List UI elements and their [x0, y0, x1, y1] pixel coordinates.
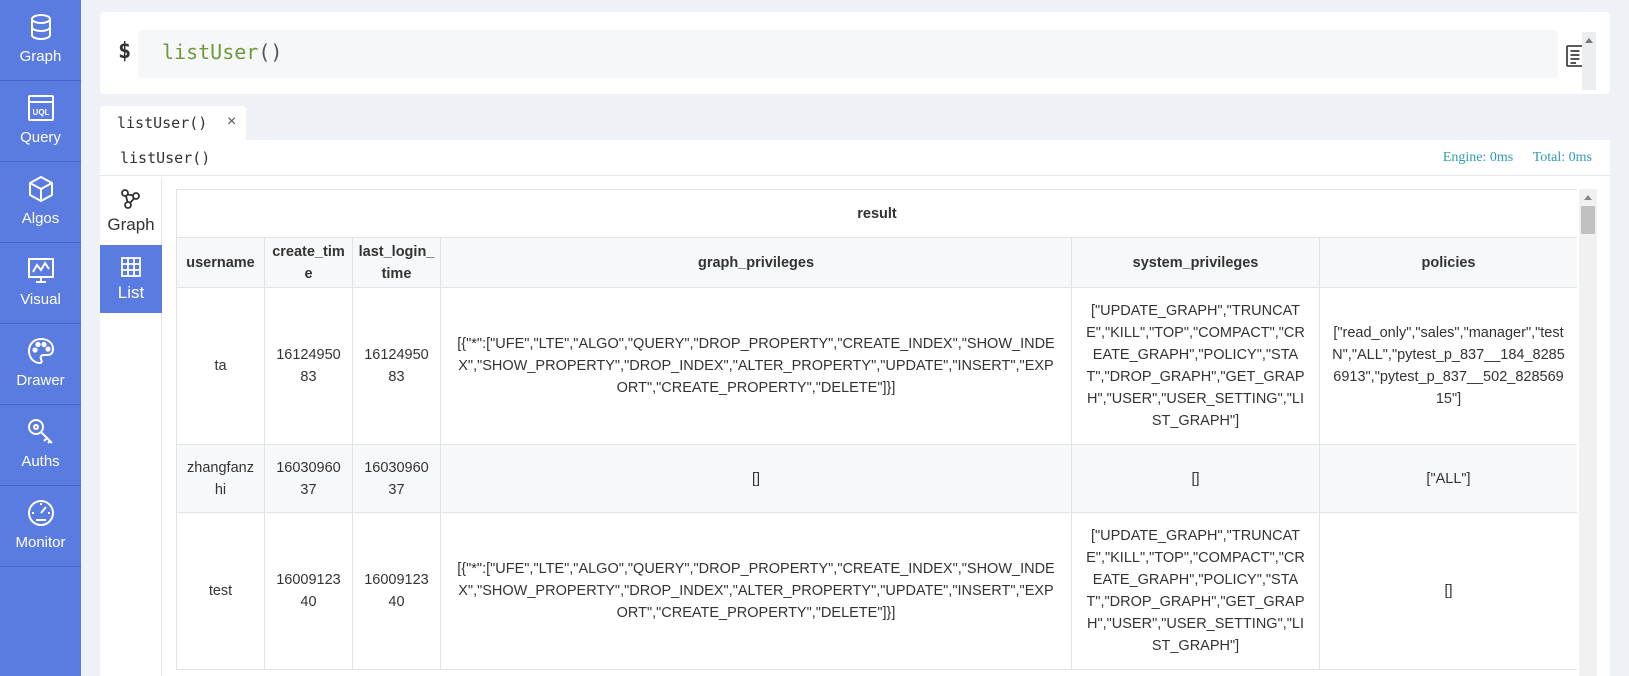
view-list-label: List: [117, 283, 145, 302]
database-icon: [30, 14, 51, 41]
column-header: username: [176, 237, 265, 288]
result-panel: listUser() Engine: 0ms Total: 0ms Graph: [100, 140, 1610, 676]
nav-label: Drawer: [16, 372, 65, 389]
total-time: Total: 0ms: [1532, 150, 1592, 165]
nav-item-query[interactable]: UQL Query: [0, 81, 81, 162]
cell-system-privileges: []: [1071, 444, 1320, 513]
nav-item-algos[interactable]: Algos: [0, 162, 81, 243]
view-switch: Graph List: [100, 177, 162, 676]
table-row: zhangfanzhi 1603096037 1603096037 [] [] …: [176, 444, 1577, 513]
engine-time: Engine: 0ms: [1442, 150, 1514, 165]
view-graph-label: Graph: [107, 215, 155, 234]
view-graph-button[interactable]: Graph: [100, 177, 162, 245]
cell-create-time: 1612495083: [264, 287, 353, 445]
table-row: ta 1612495083 1612495083 [{"*":["UFE","L…: [176, 287, 1577, 445]
nav-label: Monitor: [15, 534, 66, 551]
nav-label: Graph: [19, 48, 62, 65]
monitor-chart-icon: [27, 258, 54, 283]
result-query: listUser(): [120, 149, 211, 167]
nav-label: Algos: [21, 210, 60, 227]
uql-icon: UQL: [27, 95, 54, 121]
cell-username: zhangfanzhi: [176, 444, 265, 513]
table-scrollbar[interactable]: [1579, 189, 1597, 676]
result-header: listUser() Engine: 0ms Total: 0ms: [100, 140, 1610, 176]
graph-nodes-icon: [121, 189, 140, 209]
command-prompt: $: [118, 39, 132, 64]
scrollbar-thumb[interactable]: [1581, 206, 1595, 234]
table-grid-icon: [121, 257, 141, 277]
cell-username: test: [176, 512, 265, 670]
column-header: system_privileges: [1071, 237, 1320, 288]
tab-label: listUser(): [117, 114, 208, 132]
cell-create-time: 1603096037: [264, 444, 353, 513]
palette-icon: [27, 337, 54, 365]
scroll-up-arrow-icon[interactable]: [1584, 195, 1592, 200]
cell-system-privileges: ["UPDATE_GRAPH","TRUNCATE","KILL","TOP",…: [1071, 512, 1320, 670]
command-input[interactable]: listUser(): [138, 30, 1558, 78]
cell-username: ta: [176, 287, 265, 445]
cell-last-login-time: 1603096037: [352, 444, 441, 513]
cell-policies: []: [1319, 512, 1577, 670]
close-icon[interactable]: ×: [227, 113, 236, 131]
view-list-button[interactable]: List: [100, 245, 162, 313]
result-table: result username create_time last_login_t…: [176, 189, 1577, 670]
command-card: $ listUser(): [100, 12, 1610, 94]
cell-system-privileges: ["UPDATE_GRAPH","TRUNCATE","KILL","TOP",…: [1071, 287, 1320, 445]
nav-label: Auths: [21, 453, 60, 470]
nav-item-monitor[interactable]: Monitor: [0, 486, 81, 567]
result-table-container: result username create_time last_login_t…: [176, 189, 1577, 676]
cell-policies: ["read_only","sales","manager","testN","…: [1319, 287, 1577, 445]
nav-item-auths[interactable]: Auths: [0, 405, 81, 486]
result-timing: Engine: 0ms Total: 0ms: [1427, 150, 1592, 166]
nav-label: Query: [20, 129, 61, 146]
cell-graph-privileges: []: [440, 444, 1072, 513]
gauge-icon: [27, 500, 54, 526]
nav-item-visual[interactable]: Visual: [0, 243, 81, 324]
cell-policies: ["ALL"]: [1319, 444, 1577, 513]
column-header: graph_privileges: [440, 237, 1072, 288]
sidebar-nav: Graph UQL Query Algos Visual Drawer Auth…: [0, 0, 81, 676]
column-header: policies: [1319, 237, 1577, 288]
table-row: test 1600912340 1600912340 [{"*":["UFE",…: [176, 512, 1577, 670]
cell-create-time: 1600912340: [264, 512, 353, 670]
table-group-header: result: [176, 189, 1577, 238]
nav-item-graph[interactable]: Graph: [0, 0, 81, 81]
tab-listuser[interactable]: listUser() ×: [100, 106, 246, 140]
cell-last-login-time: 1612495083: [352, 287, 441, 445]
cube-icon: [28, 176, 53, 202]
nav-label: Visual: [20, 291, 61, 308]
cell-graph-privileges: [{"*":["UFE","LTE","ALGO","QUERY","DROP_…: [440, 512, 1072, 670]
command-scrollbar[interactable]: [1582, 32, 1596, 90]
column-header: last_login_time: [352, 237, 441, 288]
command-parens: (): [258, 40, 283, 64]
column-header: create_time: [264, 237, 353, 288]
scroll-up-arrow-icon[interactable]: [1585, 38, 1593, 43]
cell-last-login-time: 1600912340: [352, 512, 441, 670]
key-icon: [27, 419, 53, 444]
svg-text:UQL: UQL: [32, 108, 49, 117]
command-function-name: listUser: [162, 40, 259, 64]
nav-item-drawer[interactable]: Drawer: [0, 324, 81, 405]
cell-graph-privileges: [{"*":["UFE","LTE","ALGO","QUERY","DROP_…: [440, 287, 1072, 445]
